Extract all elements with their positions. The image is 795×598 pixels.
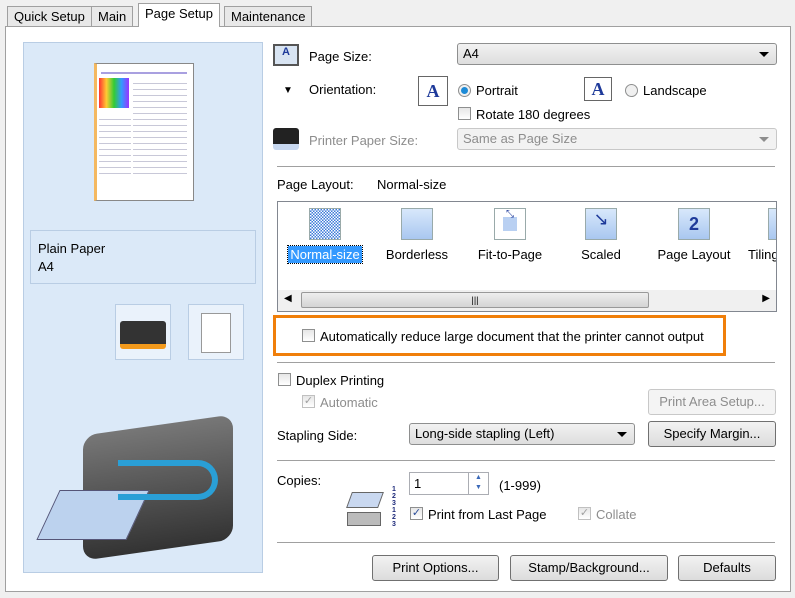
layout-label: Tiling [748,247,776,262]
copies-spinner[interactable]: ▲ ▼ [468,473,488,494]
layout-scrollbar[interactable]: ◀ ||| ▶ [278,290,776,311]
landscape-label[interactable]: Landscape [643,83,707,98]
collate-stack-icon [346,490,384,530]
landscape-doc-icon: A [584,77,612,101]
defaults-button[interactable]: Defaults [678,555,776,581]
pin-icon: ▼ [283,85,293,96]
printer-paper-size-value: Same as Page Size [463,131,578,146]
paper-source-printer-icon [115,304,171,360]
paper-size: A4 [38,259,54,274]
print-options-button[interactable]: Print Options... [372,555,499,581]
media-info-box: Plain Paper A4 [30,230,256,284]
page-layout-icon: 2 [678,208,710,240]
copies-value: 1 [414,476,422,491]
printer-paper-size-label: Printer Paper Size: [309,133,419,148]
scroll-right-icon[interactable]: ▶ [762,293,770,304]
scaled-icon: ↘ [585,208,617,240]
layout-label: Scaled [581,247,621,262]
paper-icon [188,304,244,360]
tiling-icon [768,208,776,240]
tab-quick-setup[interactable]: Quick Setup [7,6,92,26]
paper-preview [94,63,194,201]
tab-page-setup[interactable]: Page Setup [138,3,220,27]
divider [277,166,775,167]
divider [277,362,775,363]
normal-size-icon [309,208,341,240]
collate-checkbox[interactable]: ✓ [578,507,591,520]
chevron-down-icon [617,432,627,437]
collate-label[interactable]: Collate [596,507,636,522]
borderless-icon [401,208,433,240]
scrollbar-thumb[interactable]: ||| [301,292,649,308]
page-size-label: Page Size: [309,49,372,64]
page-layout-label: Page Layout: [277,177,354,192]
auto-reduce-checkbox[interactable] [302,329,315,342]
layout-page-layout[interactable]: 2 Page Layout [654,208,734,262]
layout-tiling[interactable]: Tiling [748,208,776,262]
media-type: Plain Paper [38,241,106,256]
stapling-side-label: Stapling Side: [277,428,358,443]
orientation-label: Orientation: [309,82,377,97]
page-layout-value: Normal-size [377,177,447,192]
layout-label: Fit-to-Page [477,247,543,262]
printer-paper-size-select[interactable]: Same as Page Size [457,128,777,150]
printer-illustration [36,405,238,561]
portrait-radio[interactable] [458,84,471,97]
print-from-last-page-label[interactable]: Print from Last Page [428,507,547,522]
page-size-select[interactable]: A4 [457,43,777,65]
print-area-setup-button[interactable]: Print Area Setup... [648,389,776,415]
stamp-background-button[interactable]: Stamp/Background... [510,555,668,581]
page-size-value: A4 [463,46,479,61]
layout-label: Page Layout [657,247,731,262]
printer-icon [273,128,299,150]
tab-main[interactable]: Main [91,6,134,26]
layout-label: Borderless [385,247,449,262]
monitor-icon: A [273,44,299,66]
specify-margin-button[interactable]: Specify Margin... [648,421,776,447]
automatic-label[interactable]: Automatic [320,395,378,410]
stapling-side-value: Long-side stapling (Left) [415,426,555,441]
layout-scaled[interactable]: ↘ Scaled [561,208,641,262]
layout-label: Normal-size [287,245,363,264]
layout-fit-to-page[interactable]: ⤡ Fit-to-Page [470,208,550,262]
copies-range: (1-999) [499,478,541,493]
divider [277,460,775,461]
layout-borderless[interactable]: Borderless [377,208,457,262]
divider [277,542,775,543]
duplex-checkbox[interactable] [278,373,291,386]
portrait-doc-icon: A [418,76,448,106]
chevron-down-icon [759,52,769,57]
landscape-radio[interactable] [625,84,638,97]
print-from-last-page-checkbox[interactable]: ✓ [410,507,423,520]
chevron-down-icon [759,137,769,142]
page-order-digits-icon: 123123 [392,486,396,528]
automatic-checkbox[interactable]: ✓ [302,395,315,408]
auto-reduce-label[interactable]: Automatically reduce large document that… [320,329,704,344]
layout-normal-size[interactable]: Normal-size [285,208,365,264]
rotate-label[interactable]: Rotate 180 degrees [476,107,590,122]
copies-input[interactable]: 1 ▲ ▼ [409,472,489,495]
fit-to-page-icon: ⤡ [494,208,526,240]
stapling-side-select[interactable]: Long-side stapling (Left) [409,423,635,445]
rotate-checkbox[interactable] [458,107,471,120]
scroll-left-icon[interactable]: ◀ [284,293,292,304]
portrait-label[interactable]: Portrait [476,83,518,98]
copies-label: Copies: [277,473,322,488]
duplex-label[interactable]: Duplex Printing [296,373,384,388]
tab-maintenance[interactable]: Maintenance [224,6,313,26]
